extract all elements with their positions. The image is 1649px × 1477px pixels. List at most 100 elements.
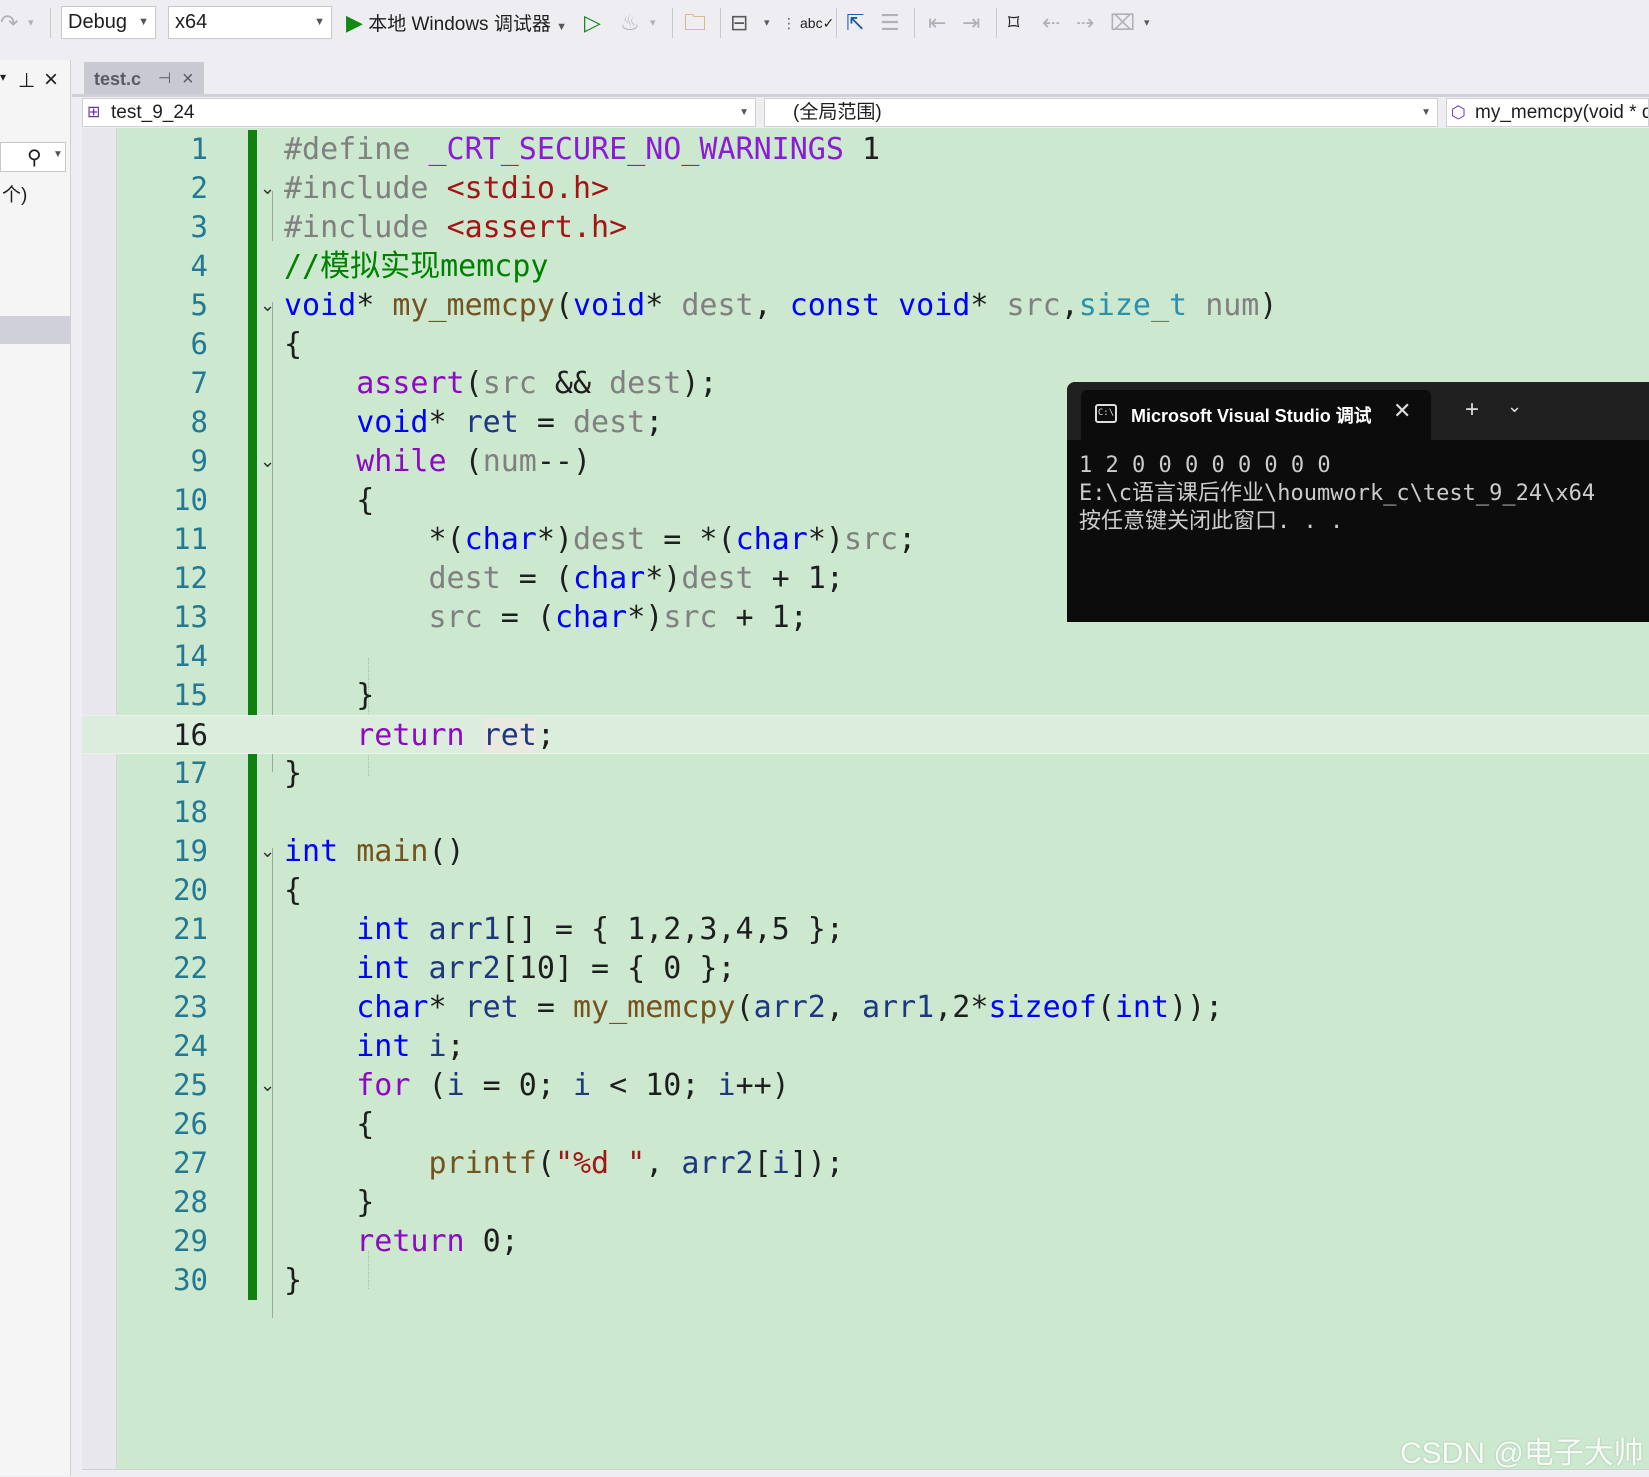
panel-text: 个) bbox=[2, 185, 28, 206]
code-editor[interactable]: 1 #define _CRT_SECURE_NO_WARNINGS 1 2 ⌄ #in… bbox=[82, 128, 1649, 1476]
code-text: int arr1[] = { 1,2,3,4,5 }; bbox=[356, 912, 844, 947]
code-line[interactable]: 19 ⌄ int main() bbox=[82, 832, 1649, 871]
platform-select[interactable]: x64 ▼ bbox=[168, 6, 332, 39]
bookmark-icon[interactable]: ⌑ bbox=[1008, 8, 1019, 38]
code-line[interactable]: 17} bbox=[82, 754, 1649, 793]
console-tab[interactable]: C:\ Microsoft Visual Studio 调试控制台 ✕ bbox=[1081, 390, 1431, 440]
console-titlebar[interactable]: C:\ Microsoft Visual Studio 调试控制台 ✕ + ⌄ bbox=[1067, 382, 1649, 440]
select-cursor-icon[interactable]: ⇱ bbox=[846, 8, 864, 38]
code-line[interactable]: 20 { bbox=[82, 871, 1649, 910]
indent-icon[interactable]: ⇥ bbox=[962, 8, 980, 38]
pin-icon[interactable]: ⊣ bbox=[158, 62, 171, 96]
pin-icon[interactable]: ⊥ bbox=[18, 68, 35, 93]
code-line[interactable]: 29 return 0; bbox=[82, 1222, 1649, 1261]
line-number: 14 bbox=[173, 639, 208, 673]
chevron-down-icon[interactable]: ▼ bbox=[556, 21, 567, 33]
search-input[interactable]: ⚲ ▼ bbox=[0, 142, 66, 172]
current-code-line[interactable]: 16 return ret; bbox=[82, 715, 1649, 754]
code-line[interactable]: 18 bbox=[82, 793, 1649, 832]
search-icon[interactable]: ⚲ bbox=[27, 145, 42, 170]
code-line[interactable]: 28 } bbox=[82, 1183, 1649, 1222]
code-line[interactable]: 30} bbox=[82, 1261, 1649, 1300]
project-icon: ⊞ bbox=[87, 104, 101, 121]
toolbar-overflow-icon[interactable]: ▾ bbox=[1144, 8, 1150, 38]
new-tab-button[interactable]: + bbox=[1465, 396, 1479, 424]
line-number: 11 bbox=[173, 522, 208, 556]
clear-bookmarks-icon[interactable]: ⌧ bbox=[1110, 8, 1135, 38]
window-layout-icon[interactable]: ⊟ bbox=[730, 8, 748, 38]
panel-header: ▾ ⊥ × bbox=[0, 66, 70, 98]
console-title: Microsoft Visual Studio 调试控制台 bbox=[1131, 406, 1371, 426]
chevron-down-icon[interactable]: ▼ bbox=[53, 149, 63, 160]
code-text: while (num--) bbox=[356, 444, 592, 479]
member-value: my_memcpy(void * d bbox=[1475, 102, 1649, 123]
folder-search-icon[interactable]: 🗀 bbox=[684, 8, 706, 38]
fold-chevron-icon[interactable]: ⌄ bbox=[260, 169, 275, 208]
line-number: 6 bbox=[190, 327, 208, 361]
tab-test-c[interactable]: test.c ⊣ × bbox=[84, 62, 204, 96]
previous-bookmark-icon[interactable]: ⇠ bbox=[1042, 8, 1060, 38]
close-icon[interactable]: ✕ bbox=[1393, 398, 1411, 424]
scope-select[interactable]: (全局范围) ▼ bbox=[764, 98, 1438, 127]
code-text: { bbox=[284, 1107, 375, 1142]
fold-chevron-icon[interactable]: ⌄ bbox=[260, 286, 275, 325]
code-text: src = (char*)src + 1; bbox=[428, 600, 808, 635]
code-line[interactable]: 27 printf("%d ", arr2[i]); bbox=[82, 1144, 1649, 1183]
code-line[interactable]: 6{ bbox=[82, 325, 1649, 364]
platform-value: x64 bbox=[175, 11, 208, 33]
code-line[interactable]: 26 { bbox=[82, 1105, 1649, 1144]
code-line[interactable]: 3 #include <assert.h> bbox=[82, 208, 1649, 247]
line-number: 3 bbox=[190, 210, 208, 244]
next-bookmark-icon[interactable]: ⇢ bbox=[1076, 8, 1094, 38]
format-icon[interactable]: ☰ bbox=[880, 8, 900, 38]
chevron-down-icon[interactable]: ⌄ bbox=[1507, 396, 1522, 417]
code-line[interactable]: 2 ⌄ #include <stdio.h> bbox=[82, 169, 1649, 208]
code-line[interactable]: 22 int arr2[10] = { 0 }; bbox=[82, 949, 1649, 988]
line-number: 27 bbox=[173, 1146, 208, 1180]
code-text: printf("%d ", arr2[i]); bbox=[428, 1146, 844, 1181]
close-icon[interactable]: × bbox=[182, 62, 194, 96]
code-line[interactable]: 14 bbox=[82, 637, 1649, 676]
close-icon[interactable]: × bbox=[44, 66, 58, 94]
debug-console-window[interactable]: C:\ Microsoft Visual Studio 调试控制台 ✕ + ⌄ … bbox=[1067, 382, 1649, 622]
project-select[interactable]: ⊞ test_9_24 ▼ bbox=[82, 98, 756, 127]
line-number: 10 bbox=[173, 483, 208, 517]
start-debugging-button[interactable]: ▶ 本地 Windows 调试器 ▼ bbox=[346, 8, 567, 38]
chevron-down-icon[interactable]: ▾ bbox=[764, 8, 770, 38]
outdent-icon[interactable]: ⇤ bbox=[928, 8, 946, 38]
code-text: //模拟实现memcpy bbox=[284, 249, 549, 284]
line-number: 9 bbox=[190, 444, 208, 478]
configuration-select[interactable]: Debug ▼ bbox=[61, 6, 156, 39]
start-without-debugging-icon[interactable]: ▷ bbox=[584, 8, 601, 38]
chevron-down-icon[interactable]: ▾ bbox=[650, 8, 656, 38]
line-number: 4 bbox=[190, 249, 208, 283]
navigation-bar: ⊞ test_9_24 ▼ (全局范围) ▼ ⬡ my_memcpy(void … bbox=[82, 97, 1649, 128]
console-output: 1 2 0 0 0 0 0 0 0 0 E:\c语言课后作业\houmwork_c… bbox=[1079, 452, 1595, 536]
code-line[interactable]: 25 ⌄ for (i = 0; i < 10; i++) bbox=[82, 1066, 1649, 1105]
hot-reload-icon[interactable]: ♨ bbox=[620, 8, 640, 38]
fold-chevron-icon[interactable]: ⌄ bbox=[260, 832, 275, 871]
toolbar-separator bbox=[836, 8, 837, 38]
spellcheck-icon[interactable]: abc✓ bbox=[800, 8, 834, 38]
code-text: int main() bbox=[284, 834, 465, 869]
line-number: 23 bbox=[173, 990, 208, 1024]
code-line[interactable]: 5 ⌄ void* my_memcpy(void* dest, const void… bbox=[82, 286, 1649, 325]
code-line[interactable]: 15 } bbox=[82, 676, 1649, 715]
chevron-down-icon[interactable]: ▾ bbox=[0, 70, 6, 84]
line-number: 21 bbox=[173, 912, 208, 946]
redo-icon[interactable]: ↷ bbox=[0, 8, 18, 38]
selected-tree-item[interactable] bbox=[0, 316, 70, 344]
code-text: void* ret = dest; bbox=[356, 405, 664, 440]
fold-chevron-icon[interactable]: ⌄ bbox=[260, 442, 275, 481]
line-number: 1 bbox=[190, 132, 208, 166]
code-line[interactable]: 4 //模拟实现memcpy bbox=[82, 247, 1649, 286]
redo-dropdown-icon[interactable]: ▾ bbox=[28, 8, 34, 38]
line-number: 7 bbox=[190, 366, 208, 400]
code-line[interactable]: 21 int arr1[] = { 1,2,3,4,5 }; bbox=[82, 910, 1649, 949]
member-select[interactable]: ⬡ my_memcpy(void * d bbox=[1446, 98, 1649, 127]
code-line[interactable]: 1 #define _CRT_SECURE_NO_WARNINGS 1 bbox=[82, 130, 1649, 169]
tab-title: test.c bbox=[94, 69, 142, 89]
fold-chevron-icon[interactable]: ⌄ bbox=[260, 1066, 275, 1105]
code-line[interactable]: 24 int i; bbox=[82, 1027, 1649, 1066]
code-line[interactable]: 23 char* ret = my_memcpy(arr2, arr1,2*si… bbox=[82, 988, 1649, 1027]
